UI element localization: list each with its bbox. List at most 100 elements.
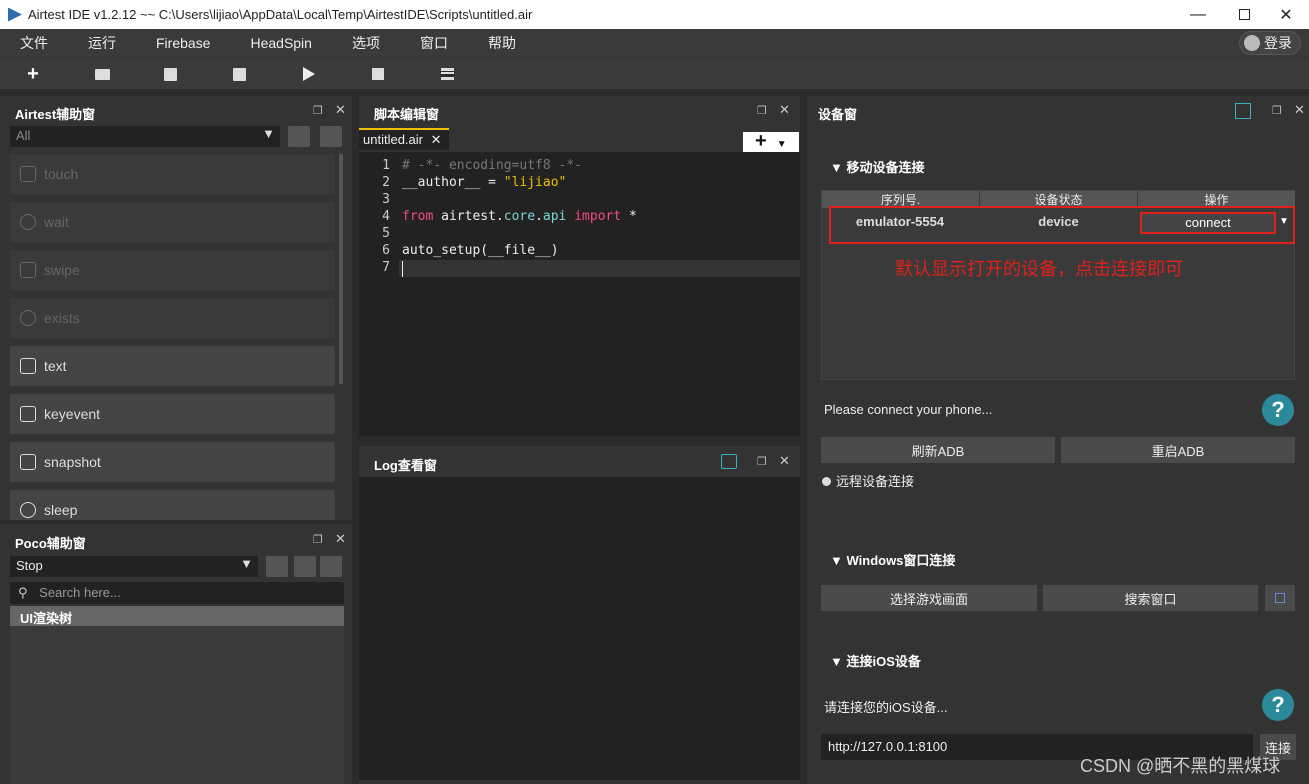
window-picker-icon[interactable] [1265,585,1295,611]
code-line-4: from airtest.core.api import * [402,209,637,224]
log-panel-title: Log查看窗 [374,458,437,473]
add-tab-button[interactable]: + ▼ [743,131,799,152]
line-number: 4 [382,209,390,224]
filter-select[interactable]: All ▼ [10,126,280,147]
login-label: 登录 [1264,35,1292,51]
title-bar: Airtest IDE v1.2.12 ~~ C:\Users\lijiao\A… [0,0,1309,29]
poco-mode-value: Stop [16,558,43,573]
float-icon[interactable]: ❐ [757,104,767,117]
filter-icon[interactable] [721,454,737,469]
restart-adb-button[interactable]: 重启ADB [1061,437,1295,463]
mobile-section-header[interactable]: ▼ 移动设备连接 [830,157,925,176]
chevron-down-icon: ▼ [776,139,787,150]
ios-hint: 请连接您的iOS设备... [824,700,948,715]
line-number: 6 [382,243,390,258]
help-button[interactable]: ? [1262,394,1294,426]
float-icon[interactable]: ❐ [1272,104,1282,117]
text-button[interactable]: text [10,346,335,386]
code-token: from [402,209,434,224]
tab-untitled[interactable]: untitled.air ✕ [359,128,449,150]
menu-headspin[interactable]: HeadSpin [230,35,312,51]
save-icon[interactable] [160,64,180,84]
device-status: device [1038,214,1079,229]
close-icon[interactable]: ✕ [335,531,346,547]
touch-button[interactable]: touch [10,154,335,194]
camera-icon[interactable] [320,126,342,147]
exists-label: exists [44,310,80,326]
touch-label: touch [44,166,79,182]
poco-mode-select[interactable]: Stop ▼ [10,556,258,577]
record-icon[interactable] [288,126,310,147]
minimize-button[interactable]: — [1175,0,1221,29]
select-game-button[interactable]: 选择游戏画面 [821,585,1037,611]
close-window-button[interactable]: ✕ [1263,0,1309,29]
ios-section-header[interactable]: ▼ 连接iOS设备 [830,651,921,670]
tools-icon[interactable] [1235,103,1251,119]
save-as-icon[interactable] [229,64,249,84]
lock-icon[interactable] [266,556,288,577]
record-icon[interactable] [320,556,342,577]
menu-file[interactable]: 文件 [0,33,48,53]
refresh-adb-button[interactable]: 刷新ADB [821,437,1055,463]
camera-icon [20,454,36,470]
stop-icon[interactable] [368,64,388,84]
menu-help[interactable]: 帮助 [468,33,516,53]
code-line-6: auto_setup(__file__) [402,243,559,258]
close-icon[interactable]: ✕ [1294,102,1305,118]
login-button[interactable]: 登录 [1239,31,1301,55]
line-number: 1 [382,158,390,173]
check-circle-icon [20,310,36,326]
tab-label: untitled.air [363,132,423,147]
scrollbar[interactable] [339,154,343,384]
keyboard-icon [20,406,36,422]
chevron-down-icon: ▼ [240,556,253,571]
run-icon[interactable] [299,64,319,84]
moon-icon [20,502,36,518]
log-panel: Log查看窗 ❐ ✕ [359,446,800,784]
menu-firebase[interactable]: Firebase [136,35,210,51]
code-token: import [566,209,622,224]
exists-button[interactable]: exists [10,298,335,338]
code-token: __author__ = [402,175,504,190]
ios-help-button[interactable]: ? [1262,689,1294,721]
maximize-button[interactable] [1221,0,1267,29]
text-label: text [44,358,67,374]
search-window-button[interactable]: 搜索窗口 [1043,585,1258,611]
keyevent-button[interactable]: keyevent [10,394,335,434]
close-icon[interactable]: ✕ [335,102,346,118]
chevron-down-icon[interactable]: ▼ [1276,212,1292,234]
windows-section-header[interactable]: ▼ Windows窗口连接 [830,550,955,569]
open-folder-icon[interactable] [92,64,112,84]
swipe-button[interactable]: swipe [10,250,335,290]
ui-tree-root[interactable]: UI渲染树 [10,606,344,626]
editor-panel: 脚本编辑窗 ❐ ✕ untitled.air ✕ + ▼ [359,96,800,436]
menu-run[interactable]: 运行 [68,33,116,53]
refresh-icon[interactable] [294,556,316,577]
menu-options[interactable]: 选项 [332,33,380,53]
float-icon[interactable]: ❐ [313,533,323,546]
menu-bar: 文件 运行 Firebase HeadSpin 选项 窗口 帮助 [0,29,1309,57]
float-icon[interactable]: ❐ [757,455,767,468]
wait-button[interactable]: wait [10,202,335,242]
search-input[interactable]: ⚲ Search here... [10,582,344,604]
swipe-icon [20,262,36,278]
sleep-button[interactable]: sleep [10,490,335,520]
wait-label: wait [44,214,69,230]
float-icon[interactable]: ❐ [313,104,323,117]
close-icon[interactable]: ✕ [779,453,790,469]
remote-connect-toggle[interactable]: 远程设备连接 [822,471,914,490]
snapshot-label: snapshot [44,454,101,470]
code-line-2: __author__ = "lijiao" [402,175,566,190]
connect-button[interactable]: connect [1140,212,1276,234]
search-placeholder: Search here... [39,585,121,600]
snapshot-button[interactable]: snapshot [10,442,335,482]
new-file-icon[interactable]: + [23,63,43,85]
close-icon[interactable]: ✕ [779,102,790,118]
current-line-highlight [399,260,800,277]
code-line-1: # -*- encoding=utf8 -*- [402,158,583,173]
code-editor[interactable] [359,152,800,436]
touch-icon [20,166,36,182]
report-icon[interactable] [437,64,457,84]
menu-window[interactable]: 窗口 [400,33,448,53]
close-tab-icon[interactable]: ✕ [431,132,442,147]
